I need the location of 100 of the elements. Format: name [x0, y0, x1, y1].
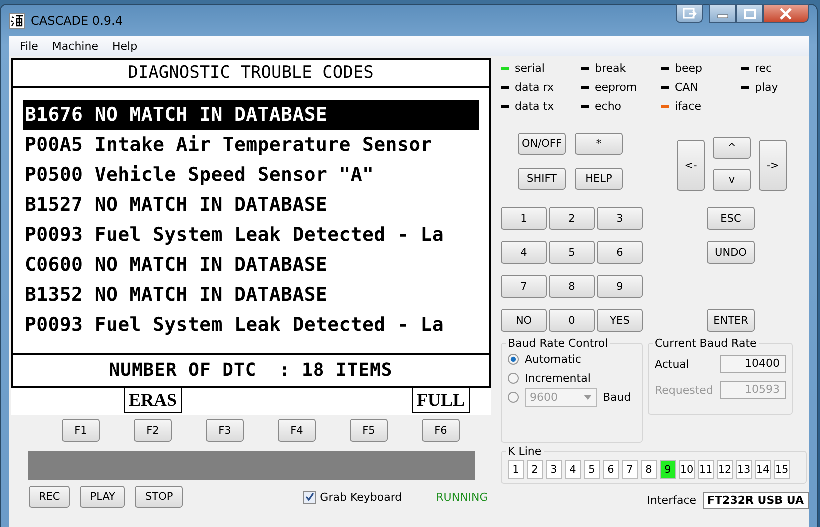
maximize-icon [744, 8, 756, 18]
function-key-button[interactable]: F3 [206, 419, 244, 442]
arrow-down-button[interactable]: v [713, 169, 751, 191]
keypad-button[interactable]: 8 [549, 275, 595, 298]
indicator-label: data tx [515, 100, 554, 112]
keypad-button[interactable]: HELP [575, 168, 623, 190]
dtc-row[interactable]: B1527 NO MATCH IN DATABASE [23, 190, 479, 220]
menu-item[interactable]: File [13, 40, 46, 52]
k-line-pin[interactable]: 6 [603, 460, 619, 479]
menu-item[interactable]: Machine [45, 40, 106, 52]
function-key-button[interactable]: F5 [350, 419, 388, 442]
record-control-button[interactable]: PLAY [80, 486, 126, 508]
keypad-button[interactable]: 6 [597, 241, 643, 264]
dtc-row[interactable]: B1352 NO MATCH IN DATABASE [23, 280, 479, 310]
function-key-button[interactable]: F1 [62, 419, 100, 442]
k-line-pin[interactable]: 12 [717, 460, 733, 479]
keypad-button[interactable]: 4 [501, 241, 547, 264]
keypad-button[interactable]: SHIFT [518, 168, 566, 190]
interface-field: FT232R USB UA [702, 492, 809, 509]
keypad-button[interactable]: ENTER [707, 309, 755, 332]
field-label: Actual [655, 358, 690, 370]
k-line-pin[interactable]: 2 [527, 460, 543, 479]
k-line-pin[interactable]: 1 [508, 460, 524, 479]
close-icon [779, 8, 793, 20]
keypad-button[interactable]: 2 [549, 207, 595, 230]
requested-baud-field: 10593 [720, 381, 786, 399]
k-line-pin[interactable]: 8 [641, 460, 657, 479]
minimize-button[interactable] [709, 4, 736, 23]
indicator-label: eeprom [595, 80, 638, 94]
keypad-button[interactable]: 5 [549, 241, 595, 264]
keypad-button[interactable]: 3 [597, 207, 643, 230]
k-line-pin[interactable]: 11 [698, 460, 714, 479]
indicator-label: play [755, 80, 778, 94]
dtc-row[interactable]: P0093 Fuel System Leak Detected - La [23, 220, 479, 250]
dtc-row[interactable]: P0093 Fuel System Leak Detected - La [23, 310, 479, 340]
actual-baud-field: 10400 [720, 355, 786, 373]
soft-key-label: FULL [412, 388, 470, 413]
k-line-pin[interactable]: 5 [584, 460, 600, 479]
indicator-label: echo [595, 100, 622, 112]
group-title: K Line [507, 445, 543, 458]
function-key-button[interactable]: F4 [278, 419, 316, 442]
lcd-footer: NUMBER OF DTC : 18 ITEMS [13, 353, 489, 386]
k-line-pin[interactable]: 9 [660, 460, 676, 479]
arrow-left-button[interactable]: <- [677, 140, 705, 191]
keypad-button[interactable]: 1 [501, 207, 547, 230]
function-key-button[interactable]: F2 [134, 419, 172, 442]
indicator-label: break [595, 62, 626, 74]
keypad-button[interactable]: 0 [549, 309, 595, 332]
radio-label: Incremental [525, 372, 591, 385]
k-line-pin[interactable]: 13 [736, 460, 752, 479]
record-control-button[interactable]: STOP [135, 486, 184, 508]
k-line-pin[interactable]: 14 [755, 460, 771, 479]
function-key-button[interactable]: F6 [422, 419, 460, 442]
close-button[interactable] [763, 4, 809, 23]
k-line-pin[interactable]: 15 [774, 460, 790, 479]
record-control-button[interactable]: REC [29, 486, 70, 508]
checkbox-label: Grab Keyboard [320, 490, 402, 504]
dtc-row[interactable]: P00A5 Intake Air Temperature Sensor [23, 130, 479, 160]
radio-button[interactable] [508, 354, 519, 365]
dtc-row[interactable]: P0500 Vehicle Speed Sensor "A" [23, 160, 479, 190]
keypad-button[interactable]: ESC [707, 207, 755, 230]
dtc-row[interactable]: C0600 NO MATCH IN DATABASE [23, 250, 479, 280]
checkbox[interactable] [303, 490, 316, 504]
indicator-label: beep [675, 62, 702, 74]
indicator-label: rec [755, 62, 772, 74]
indicator-label: CAN [675, 80, 698, 94]
soft-key-label: ERAS [124, 388, 182, 413]
menu-item[interactable]: Help [105, 40, 145, 52]
keypad-button[interactable]: ON/OFF [518, 133, 566, 155]
dtc-row[interactable]: B1676 NO MATCH IN DATABASE [23, 100, 479, 130]
status-text: RUNNING [436, 490, 488, 504]
indicator-label: serial [515, 62, 545, 74]
keypad-button[interactable]: 9 [597, 275, 643, 298]
keypad-button[interactable]: * [575, 133, 623, 155]
window-title: CASCADE 0.9.4 [31, 14, 123, 28]
radio-button[interactable] [508, 373, 519, 384]
field-label: Requested [655, 384, 714, 396]
k-line-pin[interactable]: 4 [565, 460, 581, 479]
unit-label: Baud [603, 391, 632, 404]
keypad-button[interactable]: NO [501, 309, 547, 332]
group-title: Baud Rate Control [507, 337, 610, 350]
keypad-button[interactable]: UNDO [707, 241, 755, 264]
arrow-right-button[interactable]: -> [759, 140, 787, 191]
k-line-pin[interactable]: 3 [546, 460, 562, 479]
k-line-pin[interactable]: 7 [622, 460, 638, 479]
field-label: Interface [647, 494, 697, 507]
maximize-button[interactable] [736, 4, 763, 23]
restore-window-button[interactable] [676, 4, 703, 23]
arrow-up-button[interactable]: ^ [713, 137, 751, 159]
indicator-label: iface [675, 100, 702, 112]
k-line-pin[interactable]: 10 [679, 460, 695, 479]
keypad-button[interactable]: YES [597, 309, 643, 332]
indicator-label: data rx [515, 80, 554, 94]
keypad-button[interactable]: 7 [501, 275, 547, 298]
dropdown-arrow-icon [584, 395, 592, 400]
radio-button[interactable] [508, 392, 519, 403]
radio-label: Automatic [525, 353, 582, 366]
group-title: Current Baud Rate [654, 337, 758, 350]
app-icon [9, 12, 25, 28]
lcd-title: DIAGNOSTIC TROUBLE CODES [13, 60, 489, 88]
